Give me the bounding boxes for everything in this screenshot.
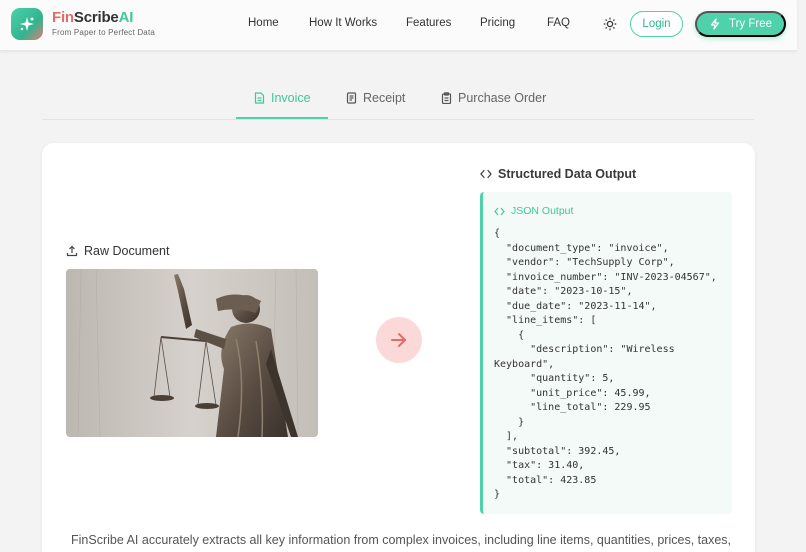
clipboard-icon xyxy=(441,92,452,104)
nav-features[interactable]: Features xyxy=(406,17,451,29)
try-free-button[interactable]: Try Free xyxy=(695,11,786,37)
structured-output-label: Structured Data Output xyxy=(498,167,637,181)
arrow-right-icon xyxy=(376,317,422,363)
tab-receipt[interactable]: Receipt xyxy=(346,91,405,105)
structured-output-title: Structured Data Output xyxy=(480,167,636,181)
tab-receipt-label: Receipt xyxy=(363,91,406,105)
tab-invoice[interactable]: Invoice xyxy=(254,91,311,105)
json-output-label: JSON Output xyxy=(511,205,574,217)
raw-document-label: Raw Document xyxy=(84,244,170,258)
logo-icon[interactable] xyxy=(11,8,43,40)
document-image xyxy=(66,269,318,437)
brand-scribe: Scribe xyxy=(73,9,119,26)
tabs-divider xyxy=(42,119,754,120)
json-output-heading: JSON Output xyxy=(494,205,573,217)
nav-faq[interactable]: FAQ xyxy=(547,17,570,29)
sun-icon[interactable] xyxy=(603,17,617,31)
tab-invoice-label: Invoice xyxy=(271,91,311,105)
brand-fin: Fin xyxy=(52,9,74,26)
tab-purchase-order-label: Purchase Order xyxy=(458,91,547,105)
nav-pricing[interactable]: Pricing xyxy=(480,17,515,29)
nav-home[interactable]: Home xyxy=(248,17,279,29)
tab-purchase-order[interactable]: Purchase Order xyxy=(441,91,546,105)
raw-document-title: Raw Document xyxy=(66,244,169,258)
login-button[interactable]: Login xyxy=(630,11,683,37)
try-free-label: Try Free xyxy=(728,18,773,30)
document-icon xyxy=(254,92,265,104)
top-header: FinScribeAI From Paper to Perfect Data H… xyxy=(0,0,797,51)
json-code-block: { "document_type": "invoice", "vendor": … xyxy=(494,228,717,500)
active-tab-indicator xyxy=(236,117,328,119)
brand-ai: AI xyxy=(118,9,134,26)
lightning-icon xyxy=(710,18,720,30)
nav-how-it-works[interactable]: How It Works xyxy=(309,17,377,29)
code-icon xyxy=(494,207,505,215)
receipt-icon xyxy=(346,92,357,104)
brand-tagline: From Paper to Perfect Data xyxy=(52,28,156,37)
brand-name[interactable]: FinScribeAI xyxy=(52,9,133,26)
code-icon xyxy=(480,169,492,179)
upload-icon xyxy=(66,245,78,257)
description-text: FinScribe AI accurately extracts all key… xyxy=(71,533,731,547)
